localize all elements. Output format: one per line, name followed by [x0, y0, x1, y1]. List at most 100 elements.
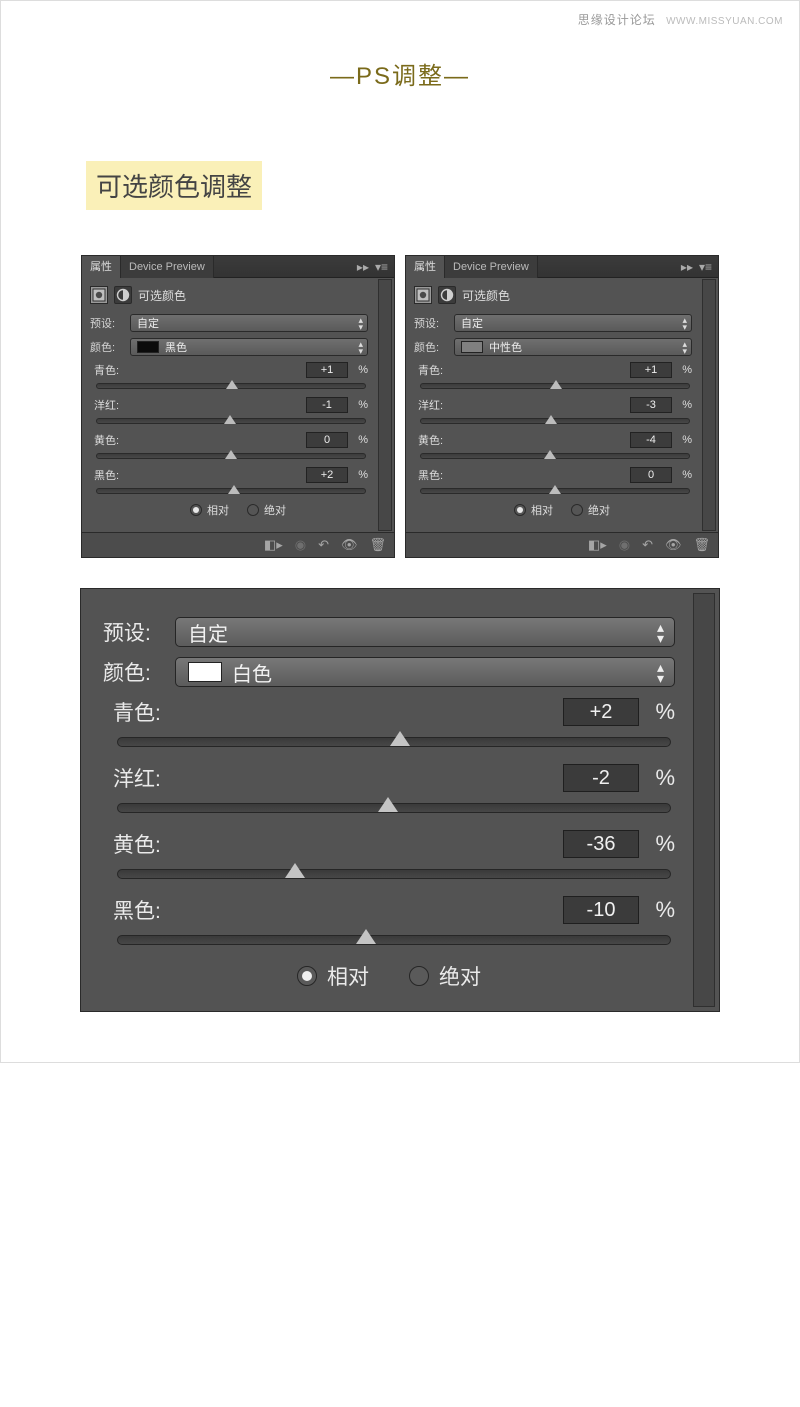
magenta-slider[interactable] [420, 418, 690, 424]
black-label: 黑色: [113, 895, 563, 925]
preset-value: 自定 [188, 618, 228, 647]
color-swatch [137, 341, 159, 353]
tab-device-preview[interactable]: Device Preview [445, 256, 538, 278]
panel-menu-icon[interactable]: ▾≡ [699, 260, 712, 274]
clip-icon[interactable]: ◧▸ [264, 537, 283, 553]
color-value: 黑色 [165, 339, 187, 355]
trash-icon[interactable]: 🗑 [693, 537, 710, 553]
yellow-slider[interactable] [117, 869, 671, 879]
mode-radio-group: 相对 绝对 [414, 502, 710, 518]
color-label: 颜色: [90, 339, 124, 355]
radio-on-icon [514, 504, 526, 516]
selective-color-panel-white: 预设: 自定 ▴▾ 颜色: 白色 ▴▾ 青色: +2 % 洋红: -2 % 黄色… [80, 588, 720, 1012]
scrollbar[interactable] [378, 279, 392, 531]
panel-tabbar: 属性 Device Preview ▸▸ ▾≡ [82, 256, 394, 278]
radio-on-icon [297, 966, 317, 986]
mode-absolute[interactable]: 绝对 [247, 502, 286, 518]
visibility-icon[interactable]: 👁 [665, 537, 682, 553]
section-label: 可选颜色调整 [86, 161, 262, 210]
cyan-label: 青色: [94, 362, 306, 378]
scrollbar[interactable] [693, 593, 715, 1007]
reset-icon[interactable]: ↶ [642, 537, 653, 553]
black-label: 黑色: [94, 467, 306, 483]
cyan-slider[interactable] [420, 383, 690, 389]
yellow-label: 黄色: [418, 432, 630, 448]
scrollbar[interactable] [702, 279, 716, 531]
preset-label: 预设: [103, 617, 163, 647]
black-slider[interactable] [420, 488, 690, 494]
panel-tabbar: 属性 Device Preview ▸▸ ▾≡ [406, 256, 718, 278]
magenta-label: 洋红: [113, 763, 563, 793]
black-value[interactable]: 0 [630, 467, 672, 483]
yellow-label: 黄色: [113, 829, 563, 859]
tab-properties[interactable]: 属性 [82, 256, 121, 278]
color-value: 中性色 [489, 339, 522, 355]
magenta-value[interactable]: -2 [563, 764, 639, 792]
tab-properties[interactable]: 属性 [406, 256, 445, 278]
adjustment-icon[interactable] [438, 286, 456, 304]
panel-footer: ◧▸ ◉ ↶ 👁 🗑 [82, 532, 394, 557]
magenta-value[interactable]: -1 [306, 397, 348, 413]
radio-off-icon [571, 504, 583, 516]
mask-icon[interactable] [90, 286, 108, 304]
yellow-value[interactable]: 0 [306, 432, 348, 448]
mode-relative[interactable]: 相对 [514, 502, 553, 518]
view-previous-icon[interactable]: ◉ [619, 537, 630, 553]
selective-color-panel-neutral: 属性 Device Preview ▸▸ ▾≡ 可选颜色 预设: [405, 255, 719, 558]
cyan-value[interactable]: +1 [306, 362, 348, 378]
preset-select[interactable]: 自定 ▴▾ [130, 314, 368, 332]
percent-label: % [348, 434, 368, 446]
visibility-icon[interactable]: 👁 [341, 537, 358, 553]
cyan-label: 青色: [113, 697, 563, 727]
color-select[interactable]: 白色 ▴▾ [175, 657, 675, 687]
color-select[interactable]: 中性色 ▴▾ [454, 338, 692, 356]
radio-on-icon [190, 504, 202, 516]
black-slider[interactable] [96, 488, 366, 494]
black-value[interactable]: +2 [306, 467, 348, 483]
mode-absolute[interactable]: 绝对 [571, 502, 610, 518]
preset-select[interactable]: 自定 ▴▾ [454, 314, 692, 332]
magenta-slider[interactable] [117, 803, 671, 813]
radio-off-icon [409, 966, 429, 986]
panel-menu-icon[interactable]: ▾≡ [375, 260, 388, 274]
view-previous-icon[interactable]: ◉ [295, 537, 306, 553]
mask-icon[interactable] [414, 286, 432, 304]
radio-off-icon [247, 504, 259, 516]
clip-icon[interactable]: ◧▸ [588, 537, 607, 553]
magenta-value[interactable]: -3 [630, 397, 672, 413]
mode-relative[interactable]: 相对 [297, 961, 369, 991]
yellow-value[interactable]: -4 [630, 432, 672, 448]
preset-select[interactable]: 自定 ▴▾ [175, 617, 675, 647]
yellow-slider[interactable] [420, 453, 690, 459]
mode-absolute[interactable]: 绝对 [409, 961, 481, 991]
black-value[interactable]: -10 [563, 896, 639, 924]
panel-footer: ◧▸ ◉ ↶ 👁 🗑 [406, 532, 718, 557]
collapse-icon[interactable]: ▸▸ [357, 260, 369, 274]
preset-value: 自定 [461, 315, 483, 331]
selective-color-panel-black: 属性 Device Preview ▸▸ ▾≡ 可选颜色 预设: [81, 255, 395, 558]
color-swatch [188, 662, 222, 682]
color-swatch [461, 341, 483, 353]
trash-icon[interactable]: 🗑 [369, 537, 386, 553]
color-select[interactable]: 黑色 ▴▾ [130, 338, 368, 356]
yellow-value[interactable]: -36 [563, 830, 639, 858]
mode-relative[interactable]: 相对 [190, 502, 229, 518]
yellow-slider[interactable] [96, 453, 366, 459]
percent-label: % [348, 399, 368, 411]
cyan-slider[interactable] [117, 737, 671, 747]
mode-radio-group: 相对 绝对 [103, 961, 705, 991]
color-value: 白色 [232, 658, 272, 687]
tab-device-preview[interactable]: Device Preview [121, 256, 214, 278]
percent-label: % [348, 469, 368, 481]
cyan-label: 青色: [418, 362, 630, 378]
reset-icon[interactable]: ↶ [318, 537, 329, 553]
cyan-value[interactable]: +1 [630, 362, 672, 378]
cyan-value[interactable]: +2 [563, 698, 639, 726]
collapse-icon[interactable]: ▸▸ [681, 260, 693, 274]
magenta-label: 洋红: [94, 397, 306, 413]
cyan-slider[interactable] [96, 383, 366, 389]
black-slider[interactable] [117, 935, 671, 945]
preset-value: 自定 [137, 315, 159, 331]
magenta-slider[interactable] [96, 418, 366, 424]
adjustment-icon[interactable] [114, 286, 132, 304]
